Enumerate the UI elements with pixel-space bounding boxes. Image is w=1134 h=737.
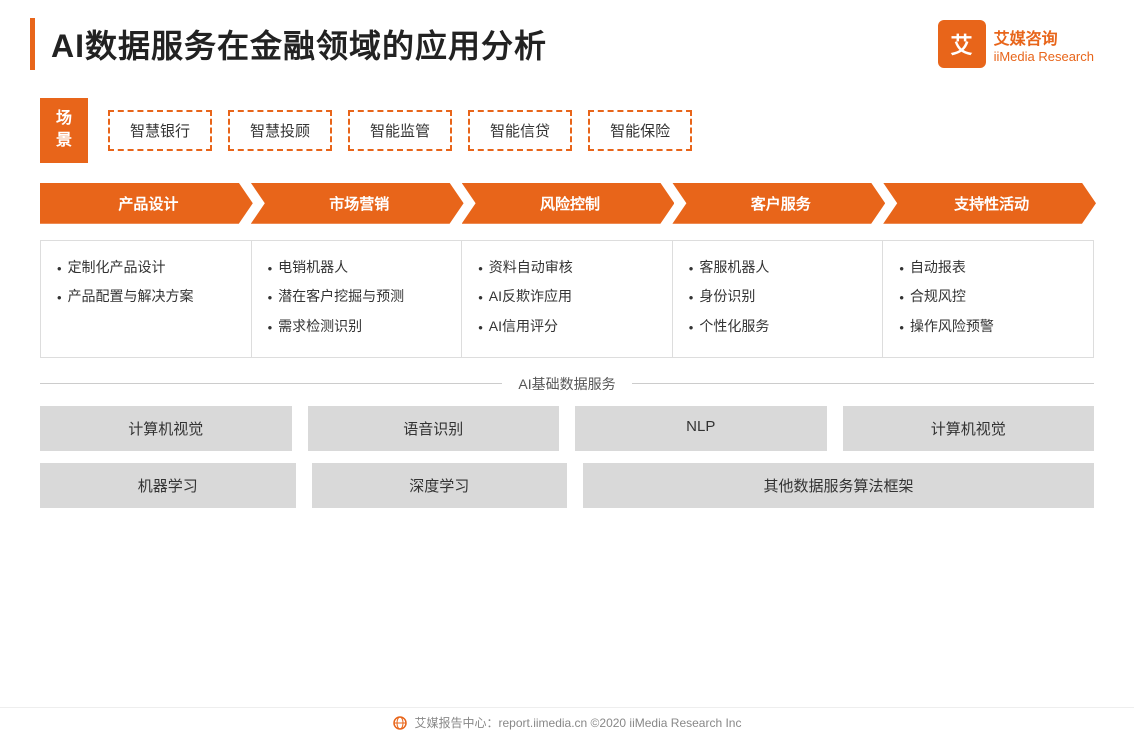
service-box-2: NLP bbox=[575, 406, 827, 451]
list-item: • 潜在客户挖掘与预测 bbox=[268, 284, 446, 309]
scene-row: 场景 智慧银行 智慧投顾 智能监管 智能信贷 智能保险 bbox=[40, 98, 1094, 163]
bullet-icon: • bbox=[478, 286, 483, 309]
bullet-icon: • bbox=[689, 316, 694, 339]
main-content: 场景 智慧银行 智慧投顾 智能监管 智能信贷 智能保险 产品设计 市场营销 风险… bbox=[0, 80, 1134, 530]
content-text: 潜在客户挖掘与预测 bbox=[278, 284, 404, 309]
globe-icon bbox=[393, 716, 407, 730]
process-item-4: 支持性活动 bbox=[883, 183, 1096, 224]
service-box-1: 语音识别 bbox=[308, 406, 560, 451]
service-row-1: 计算机视觉 语音识别 NLP 计算机视觉 bbox=[40, 406, 1094, 451]
list-item: • 产品配置与解决方案 bbox=[57, 284, 235, 309]
scene-item-1: 智慧投顾 bbox=[228, 110, 332, 151]
content-col-1: • 电销机器人 • 潜在客户挖掘与预测 • 需求检测识别 bbox=[252, 241, 463, 357]
content-grid: • 定制化产品设计 • 产品配置与解决方案 • 电销机器人 • 潜在客户挖掘与预… bbox=[40, 240, 1094, 358]
bullet-icon: • bbox=[689, 286, 694, 309]
content-text: 身份识别 bbox=[699, 284, 755, 309]
logo-icon: 艾 bbox=[938, 20, 986, 68]
process-item-1: 市场营销 bbox=[251, 183, 464, 224]
title-area: AI数据服务在金融领域的应用分析 bbox=[30, 18, 547, 70]
service-box-0: 计算机视觉 bbox=[40, 406, 292, 451]
bullet-icon: • bbox=[478, 257, 483, 280]
divider-right bbox=[632, 383, 1094, 384]
ai-base-section: AI基础数据服务 计算机视觉 语音识别 NLP 计算机视觉 机器学习 深度学习 … bbox=[40, 374, 1094, 508]
list-item: • 身份识别 bbox=[689, 284, 867, 309]
content-text: 电销机器人 bbox=[278, 255, 348, 280]
bullet-icon: • bbox=[899, 316, 904, 339]
service-box-ml: 机器学习 bbox=[40, 463, 296, 508]
list-item: • AI反欺诈应用 bbox=[478, 284, 656, 309]
bullet-icon: • bbox=[57, 286, 62, 309]
content-text: AI反欺诈应用 bbox=[489, 284, 572, 309]
scene-label: 场景 bbox=[40, 98, 88, 163]
bullet-icon: • bbox=[899, 286, 904, 309]
list-item: • 个性化服务 bbox=[689, 314, 867, 339]
bullet-icon: • bbox=[478, 316, 483, 339]
content-col-4: • 自动报表 • 合规风控 • 操作风险预警 bbox=[883, 241, 1093, 357]
scene-item-2: 智能监管 bbox=[348, 110, 452, 151]
content-text: AI信用评分 bbox=[489, 314, 558, 339]
scene-item-0: 智慧银行 bbox=[108, 110, 212, 151]
process-item-2: 风险控制 bbox=[462, 183, 675, 224]
bullet-icon: • bbox=[689, 257, 694, 280]
title-bar-decoration bbox=[30, 18, 35, 70]
list-item: • 操作风险预警 bbox=[899, 314, 1077, 339]
list-item: • 定制化产品设计 bbox=[57, 255, 235, 280]
logo-en-text: iiMedia Research bbox=[994, 49, 1094, 64]
content-text: 合规风控 bbox=[910, 284, 966, 309]
logo-area: 艾 艾媒咨询 iiMedia Research bbox=[938, 20, 1094, 68]
list-item: • 客服机器人 bbox=[689, 255, 867, 280]
list-item: • 需求检测识别 bbox=[268, 314, 446, 339]
service-box-other: 其他数据服务算法框架 bbox=[583, 463, 1094, 508]
content-col-3: • 客服机器人 • 身份识别 • 个性化服务 bbox=[673, 241, 884, 357]
content-col-0: • 定制化产品设计 • 产品配置与解决方案 bbox=[41, 241, 252, 357]
bullet-icon: • bbox=[268, 286, 273, 309]
process-item-0: 产品设计 bbox=[40, 183, 253, 224]
scene-item-4: 智能保险 bbox=[588, 110, 692, 151]
list-item: • 资料自动审核 bbox=[478, 255, 656, 280]
footer: 艾媒报告中心：report.iimedia.cn ©2020 iiMedia R… bbox=[0, 707, 1134, 737]
list-item: • 电销机器人 bbox=[268, 255, 446, 280]
content-text: 个性化服务 bbox=[699, 314, 769, 339]
service-box-3: 计算机视觉 bbox=[843, 406, 1095, 451]
scene-item-3: 智能信贷 bbox=[468, 110, 572, 151]
list-item: • 自动报表 bbox=[899, 255, 1077, 280]
process-item-3: 客户服务 bbox=[672, 183, 885, 224]
ai-base-label: AI基础数据服务 bbox=[502, 374, 631, 394]
content-text: 自动报表 bbox=[910, 255, 966, 280]
content-text: 客服机器人 bbox=[699, 255, 769, 280]
bullet-icon: • bbox=[899, 257, 904, 280]
content-text: 资料自动审核 bbox=[489, 255, 573, 280]
header: AI数据服务在金融领域的应用分析 艾 艾媒咨询 iiMedia Research bbox=[0, 0, 1134, 80]
bullet-icon: • bbox=[268, 257, 273, 280]
list-item: • AI信用评分 bbox=[478, 314, 656, 339]
content-text: 操作风险预警 bbox=[910, 314, 994, 339]
page-title: AI数据服务在金融领域的应用分析 bbox=[51, 21, 547, 67]
logo-cn-text: 艾媒咨询 bbox=[994, 25, 1088, 49]
ai-base-label-row: AI基础数据服务 bbox=[40, 374, 1094, 394]
service-row-2: 机器学习 深度学习 其他数据服务算法框架 bbox=[40, 463, 1094, 508]
scene-items: 智慧银行 智慧投顾 智能监管 智能信贷 智能保险 bbox=[108, 110, 692, 151]
content-text: 定制化产品设计 bbox=[68, 255, 166, 280]
process-row: 产品设计 市场营销 风险控制 客户服务 支持性活动 bbox=[40, 183, 1094, 224]
bullet-icon: • bbox=[57, 257, 62, 280]
service-box-dl: 深度学习 bbox=[312, 463, 568, 508]
divider-left bbox=[40, 383, 502, 384]
content-text: 产品配置与解决方案 bbox=[68, 284, 194, 309]
list-item: • 合规风控 bbox=[899, 284, 1077, 309]
content-text: 需求检测识别 bbox=[278, 314, 362, 339]
content-col-2: • 资料自动审核 • AI反欺诈应用 • AI信用评分 bbox=[462, 241, 673, 357]
footer-text: 艾媒报告中心：report.iimedia.cn ©2020 iiMedia R… bbox=[415, 714, 742, 731]
bullet-icon: • bbox=[268, 316, 273, 339]
